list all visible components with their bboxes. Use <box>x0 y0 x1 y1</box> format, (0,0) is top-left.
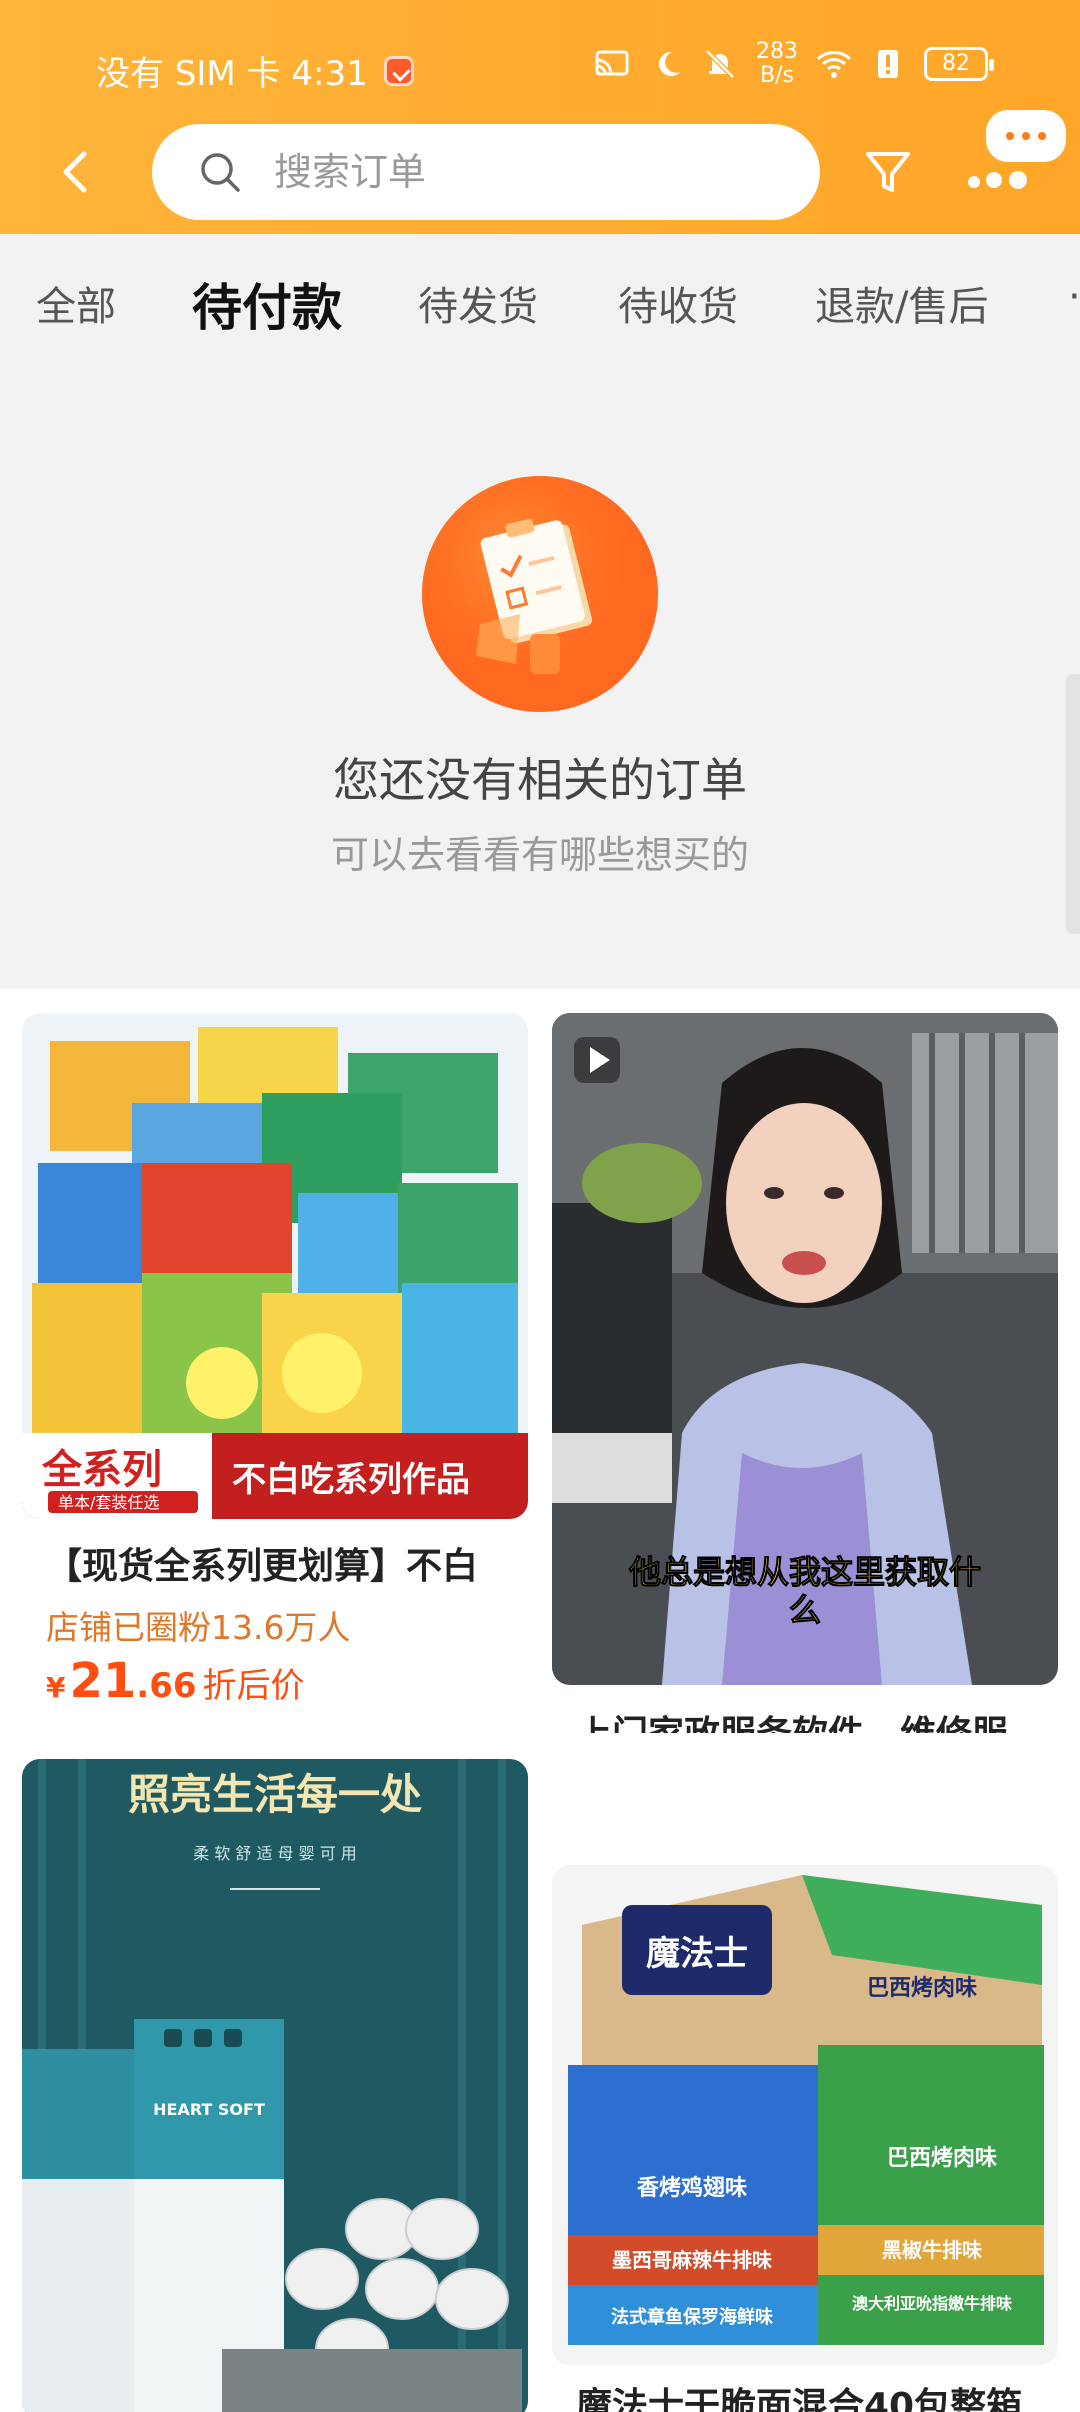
tab-pending-receipt[interactable]: 待收货 <box>618 274 738 332</box>
tissue-heading: 照亮生活每一处 <box>128 1770 422 1819</box>
price-note: 折后价 <box>202 1666 305 1706</box>
back-arrow-icon[interactable] <box>46 142 106 202</box>
store-fans: 店铺已圈粉13.6万人 <box>46 1608 351 1647</box>
more-menu-icon[interactable] <box>964 110 1070 210</box>
product-title[interactable]: 【现货全系列更划算】不白 <box>46 1537 526 1589</box>
flavor-2: 巴西烤肉味 <box>887 2145 997 2171</box>
product-card[interactable]: 他总是想从我这里获取什 么 上门家政服务软件，维修服 ¥ 100 <box>552 1013 1058 1733</box>
alert-sim-icon <box>878 50 898 78</box>
header: 没有 SIM 卡 4:31 283 B/s 82 搜索订单 <box>0 0 1080 234</box>
product-image-books[interactable]: 全系列 单本/套装任选 不白吃系列作品 <box>22 1013 528 1519</box>
flavor-3: 墨西哥麻辣牛排味 <box>612 2248 772 2272</box>
app-notification-icon <box>383 55 414 86</box>
network-speed-unit: B/s <box>760 63 794 88</box>
banner-small-text: 单本/套装任选 <box>58 1493 159 1512</box>
flavor-5: 法式章鱼保罗海鲜味 <box>611 2306 773 2328</box>
tissue-brand: HEART SOFT <box>153 2100 265 2119</box>
tissue-product-illustration: 照亮生活每一处 柔 软 舒 适 母 婴 可 用 HEART SOFT <box>22 1759 528 2412</box>
moon-icon <box>659 51 680 76</box>
tab-all[interactable]: 全部 <box>36 274 116 332</box>
product-image-snacks[interactable]: 魔法士 巴西烤肉味 香烤鸡翅味 巴西烤肉味 墨西哥麻辣牛排味 黑椒牛排味 法式章… <box>552 1865 1058 2365</box>
empty-subtitle: 可以去看看有哪些想买的 <box>330 833 749 877</box>
empty-title: 您还没有相关的订单 <box>333 753 747 807</box>
search-input[interactable] <box>274 142 794 202</box>
price-integer: 21 <box>69 1653 137 1709</box>
recommend-feed: 全系列 单本/套装任选 不白吃系列作品 【现货全系列更划算】不白 店铺已圈粉13… <box>0 989 1080 2412</box>
product-video-thumbnail[interactable]: 他总是想从我这里获取什 么 <box>552 1013 1058 1685</box>
snack-box-illustration: 魔法士 巴西烤肉味 香烤鸡翅味 巴西烤肉味 墨西哥麻辣牛排味 黑椒牛排味 法式章… <box>552 1865 1058 2365</box>
product-card[interactable]: 魔法士 巴西烤肉味 香烤鸡翅味 巴西烤肉味 墨西哥麻辣牛排味 黑椒牛排味 法式章… <box>552 1865 1058 2412</box>
tissue-subheading: 柔 软 舒 适 母 婴 可 用 <box>193 1844 357 1863</box>
empty-state: 您还没有相关的订单 可以去看看有哪些想买的 <box>0 384 1080 989</box>
search-bar[interactable] <box>152 124 820 220</box>
mute-bell-icon <box>705 49 735 79</box>
price-currency: ¥ <box>46 1671 66 1704</box>
tab-refund-aftersale[interactable]: 退款/售后 <box>815 274 988 332</box>
flavor-4: 黑椒牛排味 <box>882 2238 982 2262</box>
network-speed-value: 283 <box>756 39 798 64</box>
wifi-icon <box>816 51 852 78</box>
filter-icon[interactable] <box>860 144 916 200</box>
banner-right-text: 不白吃系列作品 <box>232 1460 470 1500</box>
tab-pending-payment[interactable]: 待付款 <box>192 268 342 340</box>
search-icon <box>201 153 240 192</box>
flavor-6: 澳大利亚吮指嫩牛排味 <box>852 2294 1012 2313</box>
product-card[interactable]: 照亮生活每一处 柔 软 舒 适 母 婴 可 用 HEART SOFT <box>22 1759 528 2412</box>
product-title[interactable]: 魔法士干脆面混合40包整箱 <box>576 2377 1056 2412</box>
banner-big-text: 全系列 <box>41 1447 162 1493</box>
tab-more-overflow[interactable]: · <box>1068 274 1080 320</box>
video-presenter-illustration: 他总是想从我这里获取什 么 <box>552 1013 1058 1685</box>
flavor-1: 香烤鸡翅味 <box>637 2175 747 2201</box>
product-image-tissue[interactable]: 照亮生活每一处 柔 软 舒 适 母 婴 可 用 HEART SOFT <box>22 1759 528 2412</box>
book-collection-illustration: 全系列 单本/套装任选 不白吃系列作品 <box>22 1013 528 1519</box>
scroll-indicator <box>1066 674 1080 934</box>
cast-icon <box>595 50 629 76</box>
status-right: 283 B/s 82 <box>594 40 994 88</box>
price-row: ¥ 21 .66 折后价 <box>46 1653 305 1709</box>
order-tabs: 全部 待付款 待发货 待收货 退款/售后 · <box>0 234 1080 384</box>
status-left: 没有 SIM 卡 4:31 <box>96 46 414 95</box>
video-subtitle-line2: 么 <box>789 1591 821 1629</box>
carrier-time-text: 没有 SIM 卡 4:31 <box>96 54 368 94</box>
order-list-page: 没有 SIM 卡 4:31 283 B/s 82 搜索订单 全部 待付款 待发货… <box>0 0 1080 2412</box>
nav-row <box>0 110 1080 220</box>
product-title[interactable]: 上门家政服务软件，维修服 <box>576 1705 1056 1733</box>
product-card[interactable]: 全系列 单本/套装任选 不白吃系列作品 【现货全系列更划算】不白 店铺已圈粉13… <box>22 1013 528 1725</box>
price-decimal: .66 <box>136 1666 197 1706</box>
empty-orders-icon <box>422 476 658 712</box>
battery-indicator: 82 <box>924 47 994 81</box>
snack-brand-box: 魔法士 <box>646 1934 748 1974</box>
status-bar: 没有 SIM 卡 4:31 283 B/s 82 <box>0 0 1080 125</box>
snack-box-label: 巴西烤肉味 <box>867 1975 977 2001</box>
video-subtitle-line1: 他总是想从我这里获取什 <box>628 1553 981 1591</box>
tab-pending-shipment[interactable]: 待发货 <box>418 274 538 332</box>
network-speed: 283 B/s <box>756 40 798 88</box>
